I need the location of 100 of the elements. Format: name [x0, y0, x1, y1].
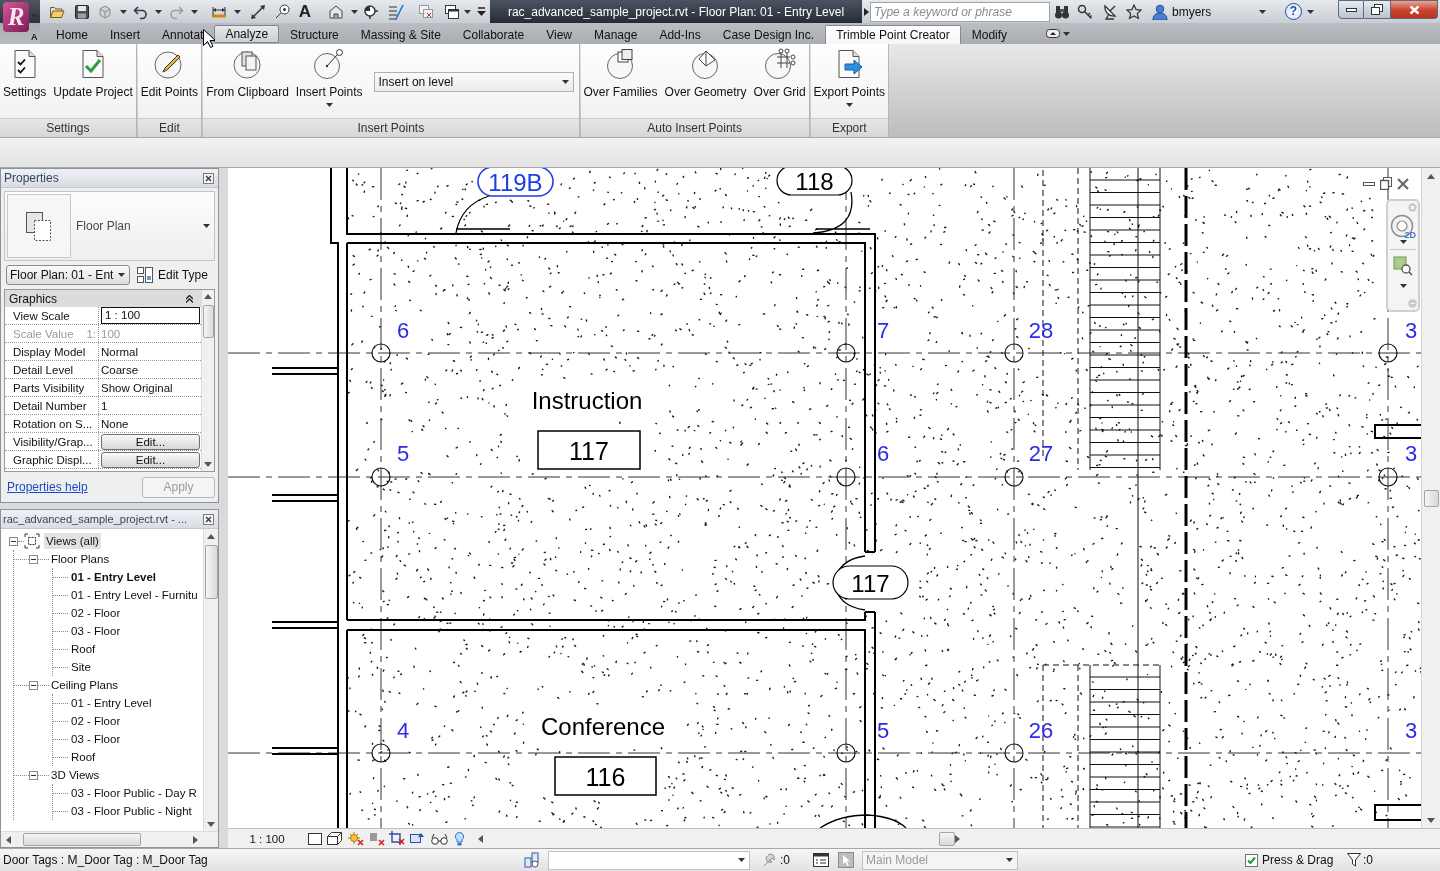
filter-icon[interactable]	[1347, 853, 1361, 867]
diagonal-arrow-icon[interactable]	[250, 3, 266, 20]
property-group-header[interactable]: Graphics	[5, 290, 201, 307]
minimize-icon[interactable]	[1363, 181, 1375, 186]
insert-points-button[interactable]: Insert Points	[293, 44, 365, 107]
settings-button[interactable]: Settings	[1, 44, 49, 99]
ribbon-tab[interactable]: Case Design Inc.	[711, 25, 826, 44]
key-icon[interactable]	[1077, 3, 1093, 20]
tree-item[interactable]: Roof	[69, 749, 98, 765]
scrollbar-thumb[interactable]	[23, 833, 141, 846]
user-icon[interactable]	[1152, 3, 1168, 20]
collapse-toggle-icon[interactable]	[29, 680, 38, 690]
star-icon[interactable]	[1126, 3, 1142, 20]
crop-region-icon[interactable]	[409, 831, 426, 846]
undo-icon[interactable]	[133, 3, 149, 20]
edit-button[interactable]: Edit...	[101, 433, 200, 450]
scrollbar-thumb[interactable]	[939, 831, 955, 846]
scroll-up-icon[interactable]	[207, 534, 215, 539]
view-instance-dropdown[interactable]: Floor Plan: 01 - Ent	[6, 265, 130, 285]
edit-points-button[interactable]: Edit Points	[138, 44, 201, 99]
steering-wheel-button[interactable]: 2D	[1390, 214, 1416, 240]
tree-item[interactable]: Ceiling Plans	[49, 677, 121, 693]
ribbon-tab[interactable]: Insert	[99, 25, 152, 44]
tree-item[interactable]: 03 - Floor Public - Day R	[69, 785, 199, 801]
ribbon-tab[interactable]: Structure	[279, 25, 350, 44]
caret-icon[interactable]	[464, 9, 471, 14]
caret-icon[interactable]	[1399, 240, 1407, 244]
minimize-button[interactable]	[1338, 0, 1364, 19]
restore-button[interactable]	[1364, 0, 1391, 19]
user-name[interactable]: bmyers	[1172, 4, 1232, 19]
switch-windows-icon[interactable]	[444, 3, 460, 20]
door-tag[interactable]: 119B	[477, 168, 554, 197]
tree-item[interactable]: Views (all)	[44, 533, 101, 549]
collapse-icon[interactable]	[186, 294, 193, 303]
light-bulb-icon[interactable]	[455, 831, 464, 846]
point-marker[interactable]	[1378, 467, 1398, 487]
caret-icon[interactable]	[1399, 284, 1407, 288]
export-points-button[interactable]: Export Points	[811, 44, 887, 107]
point-marker[interactable]	[1378, 343, 1398, 363]
binoculars-icon[interactable]	[1054, 3, 1070, 20]
tree-item[interactable]: 02 - Floor	[69, 605, 123, 621]
ribbon-tab[interactable]: Home	[45, 25, 99, 44]
point-marker[interactable]	[371, 343, 391, 363]
caret-icon[interactable]	[234, 9, 241, 14]
properties-help-link[interactable]: Properties help	[7, 480, 88, 494]
over-families-button[interactable]: Over Families	[581, 44, 660, 99]
customize-caret-icon[interactable]	[477, 6, 486, 17]
thin-lines-icon[interactable]	[388, 3, 404, 20]
point-marker[interactable]	[836, 343, 856, 363]
checkbox[interactable]	[1245, 853, 1258, 867]
point-marker[interactable]	[371, 743, 391, 763]
point-marker[interactable]	[1004, 343, 1024, 363]
insert-level-dropdown[interactable]: Insert on level	[373, 72, 574, 92]
scrollbar-thumb[interactable]	[204, 545, 218, 599]
point-marker[interactable]	[836, 467, 856, 487]
close-icon[interactable]	[203, 172, 214, 184]
tree-item[interactable]: Roof	[69, 641, 98, 657]
caret-icon[interactable]	[351, 9, 358, 14]
caret-icon[interactable]	[1259, 9, 1266, 14]
room-number-tag[interactable]: 117	[537, 430, 641, 470]
point-marker[interactable]	[371, 467, 391, 487]
tree-item[interactable]: 03 - Floor Public - Night	[69, 803, 194, 819]
ribbon-tab[interactable]: Collaborate	[451, 25, 536, 44]
tree-item[interactable]: 3D Views	[49, 767, 102, 783]
search-field[interactable]: Type a keyword or phrase	[870, 1, 1050, 22]
collapse-toggle-icon[interactable]	[9, 536, 18, 546]
wrench-icon[interactable]	[762, 852, 778, 868]
close-icon[interactable]	[203, 513, 214, 525]
scroll-down-icon[interactable]	[207, 822, 215, 827]
restore-icon[interactable]	[1380, 177, 1392, 190]
close-button[interactable]	[1391, 0, 1438, 19]
scroll-down-icon[interactable]	[204, 462, 212, 467]
sun-icon[interactable]	[348, 831, 364, 846]
crop-icon[interactable]	[389, 831, 406, 846]
window-list-icon[interactable]	[813, 852, 829, 868]
help-button[interactable]: ?	[1285, 3, 1302, 20]
tree-item[interactable]: Floor Plans	[49, 551, 112, 567]
ribbon-tab[interactable]: Analyze	[214, 25, 280, 43]
windows-icon[interactable]	[418, 3, 434, 20]
door-tag[interactable]: 117	[832, 565, 909, 600]
point-marker[interactable]	[836, 743, 856, 763]
tree-item[interactable]: 02 - Floor	[69, 713, 123, 729]
over-grid-button[interactable]: Over Grid	[751, 44, 808, 99]
from-clipboard-button[interactable]: From Clipboard	[204, 44, 291, 99]
scroll-right-icon[interactable]	[193, 835, 198, 844]
collapse-toggle-icon[interactable]	[29, 554, 38, 564]
tree-item[interactable]: 01 - Entry Level	[69, 569, 158, 585]
collapse-toggle-icon[interactable]	[29, 770, 38, 780]
house-icon[interactable]	[328, 3, 344, 20]
cube-icon[interactable]	[327, 832, 342, 845]
pointer-icon[interactable]	[838, 852, 854, 868]
box-icon[interactable]	[97, 3, 113, 20]
shadows-icon[interactable]	[369, 831, 385, 846]
pin-icon[interactable]	[274, 3, 290, 20]
tree-item[interactable]: Site	[69, 659, 93, 675]
point-marker[interactable]	[1004, 743, 1024, 763]
app-menu-button[interactable]: R A	[0, 0, 40, 44]
edit-button[interactable]: Edit...	[101, 451, 200, 468]
close-icon[interactable]	[1397, 177, 1409, 190]
caret-icon[interactable]	[155, 9, 162, 14]
